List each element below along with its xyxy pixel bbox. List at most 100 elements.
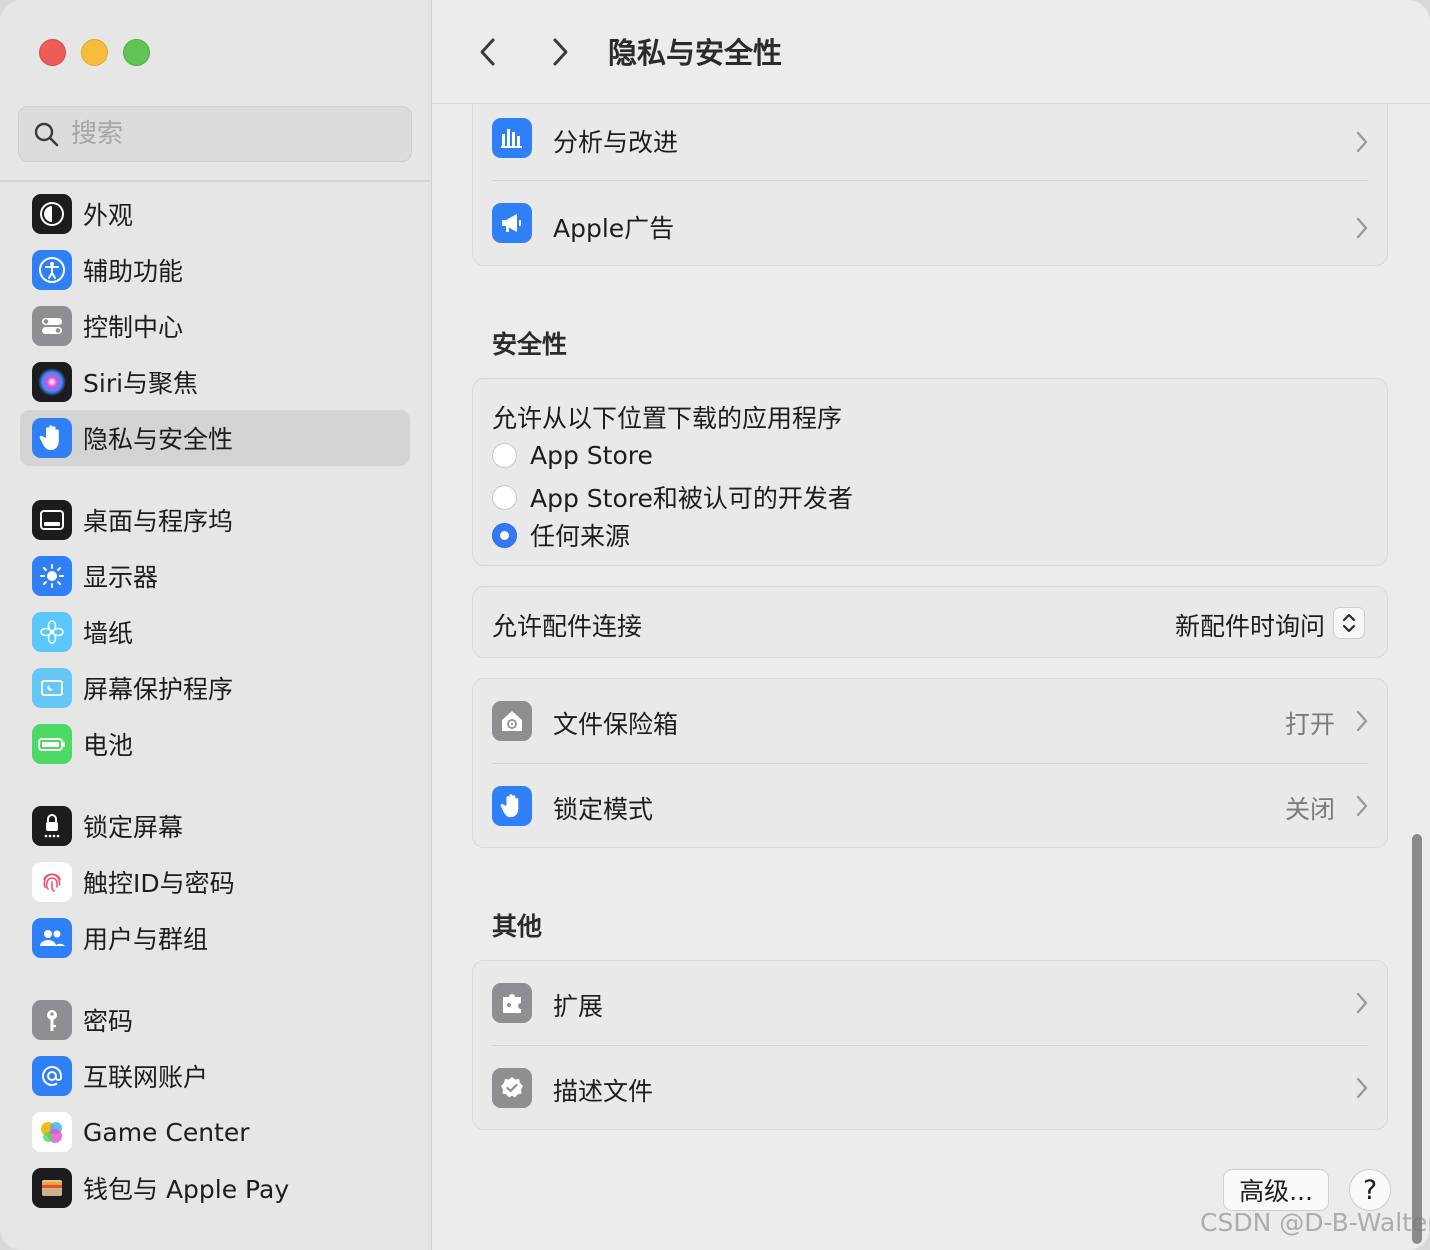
appearance-icon xyxy=(32,194,72,234)
privacy-card: 分析与改进 Apple广告 xyxy=(472,104,1388,266)
wallet-icon xyxy=(32,1168,72,1208)
sidebar-item-internet-accounts[interactable]: 互联网账户 xyxy=(20,1048,410,1104)
advanced-button[interactable]: 高级... xyxy=(1223,1169,1329,1211)
sidebar-item-users-groups[interactable]: 用户与群组 xyxy=(20,910,410,966)
checkmark-seal-icon xyxy=(492,1068,532,1108)
game-center-icon xyxy=(32,1112,72,1152)
key-icon xyxy=(32,1000,72,1040)
minimize-window-button[interactable] xyxy=(81,39,108,66)
forward-button[interactable] xyxy=(542,32,578,72)
puzzle-icon xyxy=(492,983,532,1023)
accessory-popup-button[interactable] xyxy=(1333,607,1365,639)
sidebar-item-lock-screen[interactable]: 锁定屏幕 xyxy=(20,798,410,854)
sidebar-item-wallpaper[interactable]: 墙纸 xyxy=(20,604,410,660)
security-section-title: 安全性 xyxy=(492,330,568,359)
watermark: CSDN @D-B-Walter xyxy=(1200,1208,1430,1237)
sidebar-item-label: 触控ID与密码 xyxy=(83,869,235,898)
sidebar-list: 外观 辅助功能 控制中心 Siri与聚焦 隐私与安全性 桌面与程序坞 显示器 墙… xyxy=(20,186,410,1216)
accessory-popup-value[interactable]: 新配件时询问 xyxy=(1175,607,1325,643)
radio-anywhere[interactable]: 任何来源 xyxy=(492,517,630,553)
sidebar-item-accessibility[interactable]: 辅助功能 xyxy=(20,242,410,298)
lockdown-label: 锁定模式 xyxy=(553,795,654,824)
extensions-row[interactable]: 扩展 xyxy=(473,961,1387,1045)
radio-label: App Store和被认可的开发者 xyxy=(530,484,853,513)
bar-chart-icon xyxy=(492,118,532,158)
analytics-row[interactable]: 分析与改进 xyxy=(473,104,1387,180)
sidebar-item-label: 电池 xyxy=(83,731,134,760)
radio-button[interactable] xyxy=(492,484,517,510)
sidebar-item-label: 互联网账户 xyxy=(83,1063,209,1092)
protection-card: 文件保险箱 打开 锁定模式 关闭 xyxy=(472,678,1388,848)
sidebar-divider xyxy=(0,180,431,182)
sidebar-item-siri[interactable]: Siri与聚焦 xyxy=(20,354,410,410)
sidebar-item-label: 屏幕保护程序 xyxy=(83,675,234,704)
sidebar: 外观 辅助功能 控制中心 Siri与聚焦 xyxy=(0,0,432,1250)
settings-window: 外观 辅助功能 控制中心 Siri与聚焦 xyxy=(0,0,1430,1250)
window-controls xyxy=(39,39,150,66)
sidebar-item-passwords[interactable]: 密码 xyxy=(20,992,410,1048)
radio-button-selected[interactable] xyxy=(492,522,517,548)
apple-ads-row[interactable]: Apple广告 xyxy=(473,181,1387,265)
sidebar-item-label: 外观 xyxy=(83,201,134,230)
radio-app-store[interactable]: App Store xyxy=(492,441,653,470)
sidebar-item-game-center[interactable]: Game Center xyxy=(20,1104,410,1160)
sidebar-item-privacy-security[interactable]: 隐私与安全性 xyxy=(20,410,410,466)
house-vault-icon xyxy=(492,701,532,741)
lockdown-row[interactable]: 锁定模式 关闭 xyxy=(473,764,1387,848)
other-section-title: 其他 xyxy=(492,912,543,941)
chevron-right-icon xyxy=(1356,710,1368,732)
download-sources-card: 允许从以下位置下载的应用程序 App Store App Store和被认可的开… xyxy=(472,378,1388,566)
sidebar-item-touch-id[interactable]: 触控ID与密码 xyxy=(20,854,410,910)
chevron-up-down-icon xyxy=(1342,613,1356,633)
radio-button[interactable] xyxy=(492,443,517,468)
accessory-label: 允许配件连接 xyxy=(492,612,643,641)
search-input[interactable] xyxy=(69,118,373,150)
other-card: 扩展 描述文件 xyxy=(472,960,1388,1130)
screensaver-icon xyxy=(32,668,72,708)
sidebar-item-screensaver[interactable]: 屏幕保护程序 xyxy=(20,660,410,716)
sidebar-item-label: 隐私与安全性 xyxy=(83,425,234,454)
sidebar-item-label: 控制中心 xyxy=(83,313,184,342)
radio-label: App Store xyxy=(530,441,653,470)
sidebar-item-label: Game Center xyxy=(83,1117,250,1147)
scrollbar[interactable] xyxy=(1412,834,1422,1244)
profiles-row[interactable]: 描述文件 xyxy=(473,1046,1387,1130)
sidebar-item-wallet[interactable]: 钱包与 Apple Pay xyxy=(20,1160,410,1216)
megaphone-icon xyxy=(492,203,532,243)
radio-label: 任何来源 xyxy=(530,522,631,551)
sidebar-item-appearance[interactable]: 外观 xyxy=(20,186,410,242)
filevault-label: 文件保险箱 xyxy=(553,710,679,739)
zoom-window-button[interactable] xyxy=(123,39,150,66)
analytics-label: 分析与改进 xyxy=(553,128,679,157)
lock-icon xyxy=(32,806,72,846)
back-button[interactable] xyxy=(470,32,506,72)
sidebar-item-label: 用户与群组 xyxy=(83,925,209,954)
siri-icon xyxy=(32,362,72,402)
sidebar-item-displays[interactable]: 显示器 xyxy=(20,548,410,604)
chevron-right-icon xyxy=(553,38,568,66)
sidebar-item-desktop-dock[interactable]: 桌面与程序坞 xyxy=(20,492,410,548)
filevault-status: 打开 xyxy=(1284,710,1335,739)
search-field[interactable] xyxy=(18,106,412,162)
chevron-right-icon xyxy=(1356,131,1368,153)
sun-icon xyxy=(32,556,72,596)
accessibility-icon xyxy=(32,250,72,290)
radio-app-store-identified[interactable]: App Store和被认可的开发者 xyxy=(492,479,853,515)
flower-icon xyxy=(32,612,72,652)
chevron-right-icon xyxy=(1356,1077,1368,1099)
sidebar-item-control-center[interactable]: 控制中心 xyxy=(20,298,410,354)
fingerprint-icon xyxy=(32,862,72,902)
filevault-row[interactable]: 文件保险箱 打开 xyxy=(473,679,1387,763)
download-sources-heading: 允许从以下位置下载的应用程序 xyxy=(492,404,843,433)
page-title: 隐私与安全性 xyxy=(608,36,783,70)
close-window-button[interactable] xyxy=(39,39,66,66)
help-button[interactable]: ? xyxy=(1349,1169,1391,1211)
chevron-right-icon xyxy=(1356,795,1368,817)
sidebar-item-label: 密码 xyxy=(83,1007,134,1036)
lockdown-status: 关闭 xyxy=(1284,795,1335,824)
sidebar-item-label: 辅助功能 xyxy=(83,257,184,286)
at-sign-icon xyxy=(32,1056,72,1096)
sidebar-item-battery[interactable]: 电池 xyxy=(20,716,410,772)
